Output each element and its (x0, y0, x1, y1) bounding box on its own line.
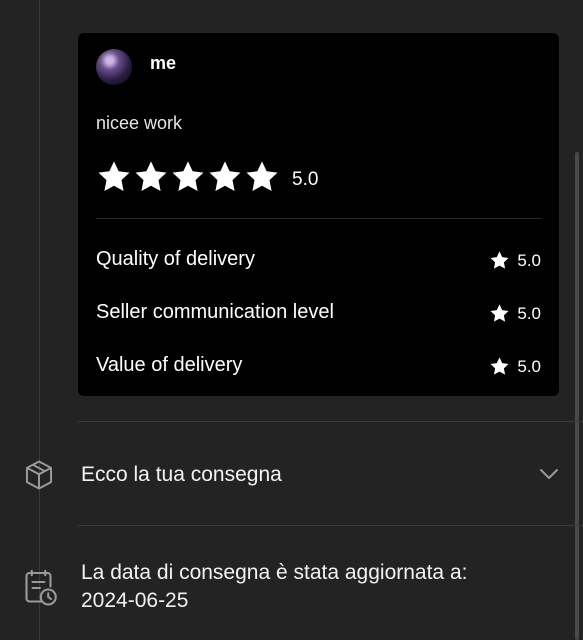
reviewer-name[interactable]: me (150, 53, 176, 74)
criteria-score: 5.0 (489, 356, 541, 377)
star-icon (490, 251, 509, 269)
star-icon (98, 161, 130, 191)
avatar[interactable] (96, 49, 132, 85)
criteria-row: Quality of delivery 5.0 (96, 244, 541, 274)
box-icon (25, 460, 53, 490)
criteria-label: Seller communication level (96, 301, 334, 323)
star-icon (172, 161, 204, 191)
delivery-label[interactable]: Ecco la tua consegna (81, 463, 282, 487)
criteria-row: Seller communication level 5.0 (96, 297, 541, 327)
delivery-date: 2024-06-25 (81, 589, 189, 612)
chevron-down-icon[interactable] (537, 462, 561, 486)
star-rating (96, 159, 280, 195)
delivery-date-update: La data di consegna è stata aggiornata a… (0, 556, 583, 628)
star-icon (135, 161, 167, 191)
star-icon (490, 304, 509, 322)
section-divider (78, 525, 583, 526)
delivery-update-text: La data di consegna è stata aggiornata a… (81, 559, 467, 615)
criteria-score-value: 5.0 (517, 303, 541, 323)
calendar-clock-icon (25, 569, 57, 606)
criteria-row: Value of delivery 5.0 (96, 350, 541, 380)
criteria-label: Quality of delivery (96, 248, 255, 270)
criteria-score: 5.0 (489, 303, 541, 324)
criteria-label: Value of delivery (96, 354, 243, 376)
review-text: nicee work (96, 113, 183, 133)
overall-score: 5.0 (292, 169, 319, 190)
section-divider (78, 421, 583, 422)
criteria-score: 5.0 (489, 250, 541, 271)
criteria-score-value: 5.0 (517, 356, 541, 376)
star-icon (246, 161, 278, 191)
criteria-score-value: 5.0 (517, 250, 541, 270)
delivery-accordion[interactable]: Ecco la tua consegna (0, 452, 583, 498)
star-icon (209, 161, 241, 191)
timeline-line (39, 0, 40, 640)
star-icon (490, 357, 509, 375)
review-card: me nicee work 5.0 Quality of delivery 5.… (78, 33, 559, 396)
divider (96, 218, 541, 219)
delivery-update-line: La data di consegna è stata aggiornata a… (81, 561, 468, 584)
